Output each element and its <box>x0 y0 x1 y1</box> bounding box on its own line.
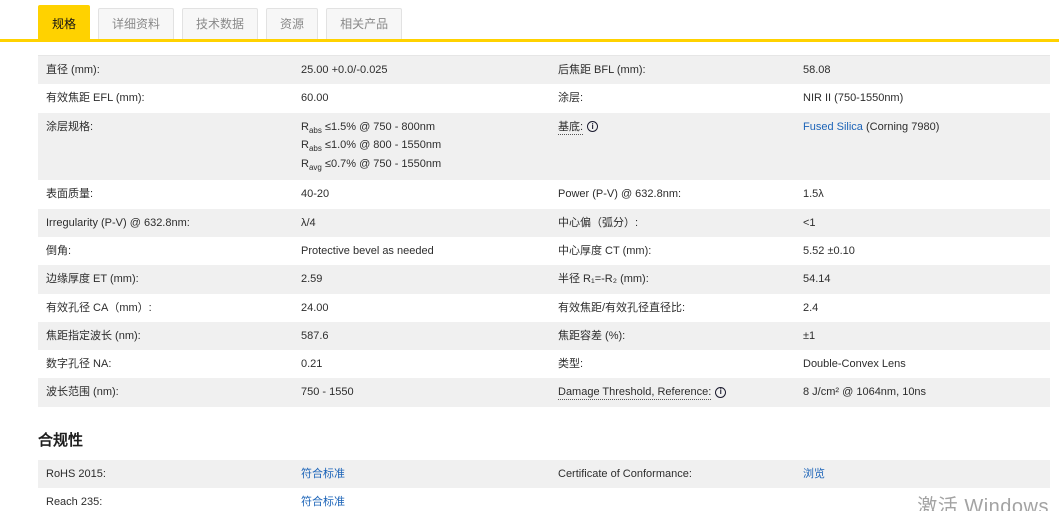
compliance-label: Certificate of Conformance: <box>558 467 692 480</box>
coating-spec-value: Rabs ≤1.5% @ 750 - 800nm Rabs ≤1.0% @ 80… <box>293 113 550 181</box>
compliance-label: RoHS 2015: <box>46 467 106 480</box>
spec-label: 涂层: <box>558 92 584 105</box>
spec-row-diameter: 直径 (mm): 25.00 +0.0/-0.025 后焦距 BFL (mm):… <box>38 56 1050 85</box>
info-icon[interactable]: i <box>587 121 599 133</box>
substrate-link[interactable]: Fused Silica <box>803 121 863 133</box>
spec-value: 24.00 <box>301 301 329 314</box>
spec-row-wavelength-range: 波长范围 (nm): 750 - 1550 Damage Threshold, … <box>38 378 1050 407</box>
compliance-value: 符合标准 <box>293 460 550 488</box>
spec-row-irregularity: Irregularity (P-V) @ 632.8nm: λ/4 中心偏（弧分… <box>38 208 1050 237</box>
spec-label: 类型: <box>558 358 584 371</box>
spec-label: 数字孔径 NA: <box>46 358 112 371</box>
spec-label: 中心厚度 CT (mm): <box>558 244 652 257</box>
compliance-label: Reach 235: <box>46 496 103 508</box>
spec-label: 波长范围 (nm): <box>46 386 119 399</box>
tab-technical-data[interactable]: 技术数据 <box>182 8 259 39</box>
spec-value: 54.14 <box>803 273 831 286</box>
compliance-table: RoHS 2015: 符合标准 Certificate of Conforman… <box>38 459 1050 511</box>
tab-resources[interactable]: 资源 <box>266 8 319 39</box>
spec-label: 半径 R₁=-R₂ (mm): <box>558 273 649 286</box>
coating-spec-line: Rabs ≤1.0% @ 800 - 1550nm <box>301 139 442 154</box>
spec-value: <1 <box>803 216 816 229</box>
spec-label: 有效孔径 CA（mm）: <box>46 301 152 314</box>
compliance-row-rohs: RoHS 2015: 符合标准 Certificate of Conforman… <box>38 459 1050 488</box>
spec-value-substrate: Fused Silica (Corning 7980) <box>795 113 1050 181</box>
spec-label: 涂层规格: <box>46 120 94 133</box>
compliance-value: 浏览 <box>795 460 1050 488</box>
spec-row-efl: 有效焦距 EFL (mm): 60.00 涂层: NIR II (750-155… <box>38 84 1050 112</box>
info-icon[interactable]: i <box>715 387 727 399</box>
spec-value: Protective bevel as needed <box>301 244 434 257</box>
tab-related-products[interactable]: 相关产品 <box>326 8 403 39</box>
substrate-suffix: (Corning 7980) <box>862 120 940 133</box>
rohs-compliant-link[interactable]: 符合标准 <box>301 468 345 480</box>
compliance-value: 符合标准 <box>293 488 550 511</box>
compliance-heading: 合规性 <box>38 431 84 449</box>
spec-value: NIR II (750-1550nm) <box>803 92 904 105</box>
spec-label: 后焦距 BFL (mm): <box>558 64 646 76</box>
tab-bar: 规格 详细资料 技术数据 资源 相关产品 <box>0 0 1059 42</box>
spec-value: 25.00 +0.0/-0.025 <box>301 64 388 76</box>
coating-spec-line: Rabs ≤1.5% @ 750 - 800nm <box>301 120 436 135</box>
spec-label: Power (P-V) @ 632.8nm: <box>558 188 682 201</box>
substrate-label: 基底: <box>558 120 584 135</box>
spec-value: ±1 <box>803 329 816 342</box>
spec-row-edge-thickness: 边缘厚度 ET (mm): 2.59 半径 R₁=-R₂ (mm): 54.14 <box>38 265 1050 294</box>
spec-value: 40-20 <box>301 188 330 201</box>
spec-row-numerical-aperture: 数字孔径 NA: 0.21 类型: Double-Convex Lens <box>38 350 1050 378</box>
spec-row-surface-quality: 表面质量: 40-20 Power (P-V) @ 632.8nm: 1.5λ <box>38 180 1050 208</box>
spec-label: 焦距容差 (%): <box>558 329 626 342</box>
spec-value: 5.52 ±0.10 <box>803 244 855 257</box>
spec-label: 有效焦距 EFL (mm): <box>46 92 145 105</box>
spec-value: 60.00 <box>301 92 329 105</box>
compliance-label <box>550 488 795 511</box>
compliance-row-reach: Reach 235: 符合标准 <box>38 488 1050 511</box>
spec-label: 有效焦距/有效孔径直径比: <box>558 301 686 314</box>
spec-label: 倒角: <box>46 244 72 257</box>
reach-compliant-link[interactable]: 符合标准 <box>301 496 345 508</box>
spec-label: 中心偏（弧分）: <box>558 216 639 229</box>
spec-label: 边缘厚度 ET (mm): <box>46 273 139 286</box>
spec-value: 2.4 <box>803 301 819 314</box>
spec-label: 表面质量: <box>46 188 94 201</box>
spec-value: 1.5λ <box>803 188 824 201</box>
spec-row-design-wavelength: 焦距指定波长 (nm): 587.6 焦距容差 (%): ±1 <box>38 321 1050 351</box>
spec-label: Irregularity (P-V) @ 632.8nm: <box>46 216 190 229</box>
spec-label-damage-threshold: Damage Threshold, Reference: i <box>550 378 795 406</box>
certificate-view-link[interactable]: 浏览 <box>803 468 825 480</box>
compliance-value <box>795 488 1050 511</box>
spec-value: 8 J/cm² @ 1064nm, 10ns <box>803 386 927 399</box>
damage-threshold-label: Damage Threshold, Reference: <box>558 386 712 401</box>
spec-value: 2.59 <box>301 273 323 286</box>
spec-label-substrate: 基底: i <box>550 113 795 181</box>
spec-value: 587.6 <box>301 329 329 342</box>
spec-value: 58.08 <box>803 64 831 76</box>
tab-specifications[interactable]: 规格 <box>38 5 91 39</box>
spec-value: 750 - 1550 <box>301 386 354 399</box>
spec-value: 0.21 <box>301 358 323 371</box>
spec-row-bevel: 倒角: Protective bevel as needed 中心厚度 CT (… <box>38 237 1050 265</box>
spec-table: 直径 (mm): 25.00 +0.0/-0.025 后焦距 BFL (mm):… <box>38 55 1050 407</box>
spec-row-coating: 涂层规格: Rabs ≤1.5% @ 750 - 800nm Rabs ≤1.0… <box>38 112 1050 181</box>
spec-label: 焦距指定波长 (nm): <box>46 329 141 342</box>
spec-row-clear-aperture: 有效孔径 CA（mm）: 24.00 有效焦距/有效孔径直径比: 2.4 <box>38 294 1050 322</box>
spec-value: Double-Convex Lens <box>803 358 906 371</box>
spec-value: λ/4 <box>301 216 316 229</box>
spec-label: 直径 (mm): <box>46 64 100 76</box>
coating-spec-line: Ravg ≤0.7% @ 750 - 1550nm <box>301 157 442 172</box>
tab-details[interactable]: 详细资料 <box>98 8 175 39</box>
